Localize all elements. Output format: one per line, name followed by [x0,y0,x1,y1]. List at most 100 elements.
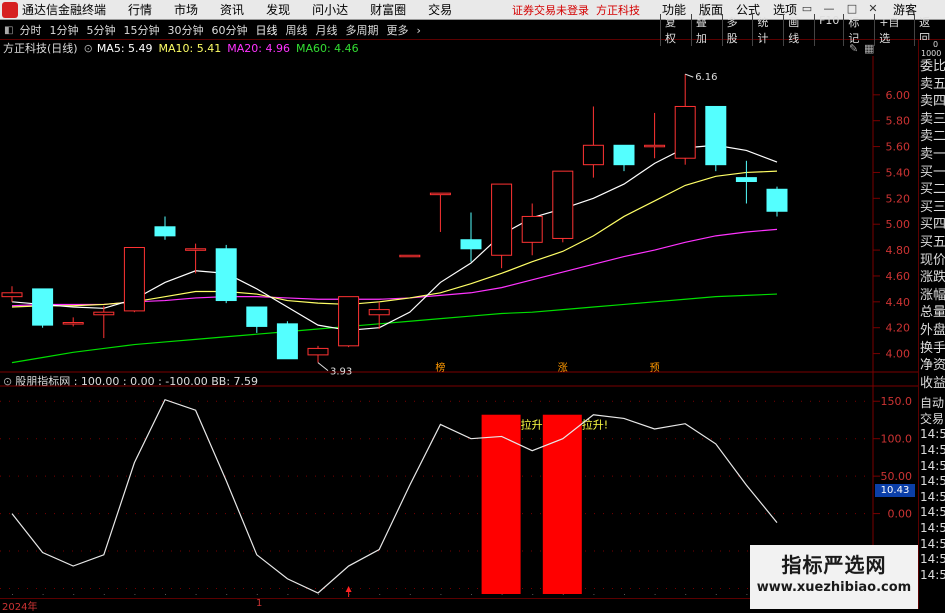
candle-body-5 [154,226,176,237]
tab-monthly[interactable]: 月线 [315,22,337,38]
high-label: 6.16 [695,72,717,83]
bottom-dot-13 [409,594,411,595]
main-grid [873,94,880,355]
trade-item-2: 14:56 [920,427,945,442]
signal-bar-0 [481,414,521,594]
candle-body-21 [644,144,666,148]
menu-wealth[interactable]: 财富圈 [370,1,406,18]
quote-label-14: 总量 [920,305,945,321]
tab-1min[interactable]: 1分钟 [49,22,78,38]
main-tick-label-4: 5.20 [886,192,911,205]
indicator-value-badge: 10.43 [875,484,915,497]
signal-bar-1 [542,414,582,594]
kline-chart[interactable]: 6.00 5.80 5.60 5.40 5.20 5.00 4.80 4.60 4.40 4.20… [0,38,918,598]
bottom-dot-1 [42,594,44,595]
main-tick-label-0: 6.00 [886,89,911,102]
trade-item-3: 14:56 [920,443,945,458]
quote-label-8: 买三 [920,199,945,215]
watermark-url: www.xuezhibiao.com [756,580,912,595]
menu-ask[interactable]: 问小达 [312,1,348,18]
panel-top-num-0: 0 [933,40,939,49]
candle-body-9 [276,323,298,360]
trade-item-11: 14:56 [920,567,945,582]
chevron-right-icon[interactable]: › [416,24,420,37]
trade-item-0: 自动 [920,396,945,411]
candle-body-0 [1,292,23,298]
main-tick-label-10: 4.00 [886,348,911,361]
bottom-dot-19 [593,594,595,595]
candle-body-15 [460,239,482,250]
trade-item-8: 14:56 [920,521,945,536]
candle-body-12 [368,309,390,316]
tab-15min[interactable]: 15分钟 [123,22,159,38]
menu-quotes[interactable]: 行情 [128,1,152,18]
tab-5min[interactable]: 5分钟 [86,22,115,38]
candle-body-17 [521,215,543,243]
candle-body-25 [766,188,788,212]
year-label: 2024年 [2,602,38,613]
quote-label-9: 买四 [920,217,945,233]
tab-multi-period[interactable]: 多周期 [345,22,378,38]
candle-body-13 [399,254,421,258]
trade-item-10: 14:56 [920,552,945,567]
menu-market[interactable]: 市场 [174,1,198,18]
trade-item-1: 交易 [920,411,945,426]
tab-daily[interactable]: 日线 [255,22,277,38]
sub-tick-label-1: 100.0 [881,433,913,446]
sub-tick-label-0: 150.0 [881,395,913,408]
candle-body-1 [32,288,54,326]
candle-body-20 [613,144,635,166]
tab-intraday[interactable]: 分时 [19,22,41,38]
bottom-dot-23 [715,594,717,595]
main-tick-label-5: 5.00 [886,218,911,231]
quote-label-2: 卖四 [920,94,945,110]
signal-text-1: 拉升! [582,418,608,432]
low-label: 3.93 [330,367,352,378]
tab-30min[interactable]: 30分钟 [167,22,203,38]
quote-label-18: 收益 [920,375,945,391]
quote-label-1: 卖五 [920,76,945,92]
quote-label-0: 委比 [920,59,945,74]
trade-item-9: 14:56 [920,536,945,551]
quote-label-17: 净资 [920,358,945,374]
main-tick-label-1: 5.80 [886,115,911,128]
bottom-dot-14 [440,594,442,595]
main-tick-label-2: 5.60 [886,141,911,154]
main-tick-label-3: 5.40 [886,166,911,179]
tab-weekly[interactable]: 周线 [285,22,307,38]
login-status[interactable]: 证券交易未登录 方正科技 [512,2,640,18]
bottom-dot-24 [746,594,748,595]
bottom-dot-7 [226,594,228,595]
high-pointer [685,73,694,78]
indicator-lines: 拉升! 拉升! [11,398,778,597]
bottom-dot-4 [134,594,136,595]
main-tick-label-6: 4.80 [886,244,911,257]
low-pointer [317,362,329,372]
bottom-dot-16 [501,594,503,595]
quote-label-5: 卖一 [920,146,945,162]
quote-label-6: 买一 [920,164,945,180]
bottom-dot-10 [318,594,319,595]
menu-discover[interactable]: 发现 [266,1,290,18]
candle-body-14 [429,192,451,196]
quote-label-10: 买五 [920,234,945,250]
bottom-dot-3 [103,594,105,595]
tab-60min[interactable]: 60分钟 [211,22,247,38]
candle-body-16 [491,183,513,256]
trade-item-5: 14:56 [920,474,945,489]
bottom-dot-2 [73,594,75,595]
candle-body-18 [552,170,574,239]
bottom-dot-21 [654,594,656,595]
main-tick-label-8: 4.40 [886,296,911,309]
event-mark-2: 预 [650,362,660,374]
menu-news[interactable]: 资讯 [220,1,244,18]
quote-label-15: 外盘 [920,322,945,338]
panel-toggle-icon[interactable]: ◧ [4,25,13,36]
event-marks: 6.16 3.93 榜 涨 预 [317,72,717,378]
menu-trade[interactable]: 交易 [428,1,452,18]
candle-body-4 [123,246,145,312]
bottom-dot-20 [624,594,625,595]
candle-body-23 [705,105,727,166]
tab-more[interactable]: 更多 [386,22,408,38]
quote-label-4: 卖二 [920,129,945,145]
